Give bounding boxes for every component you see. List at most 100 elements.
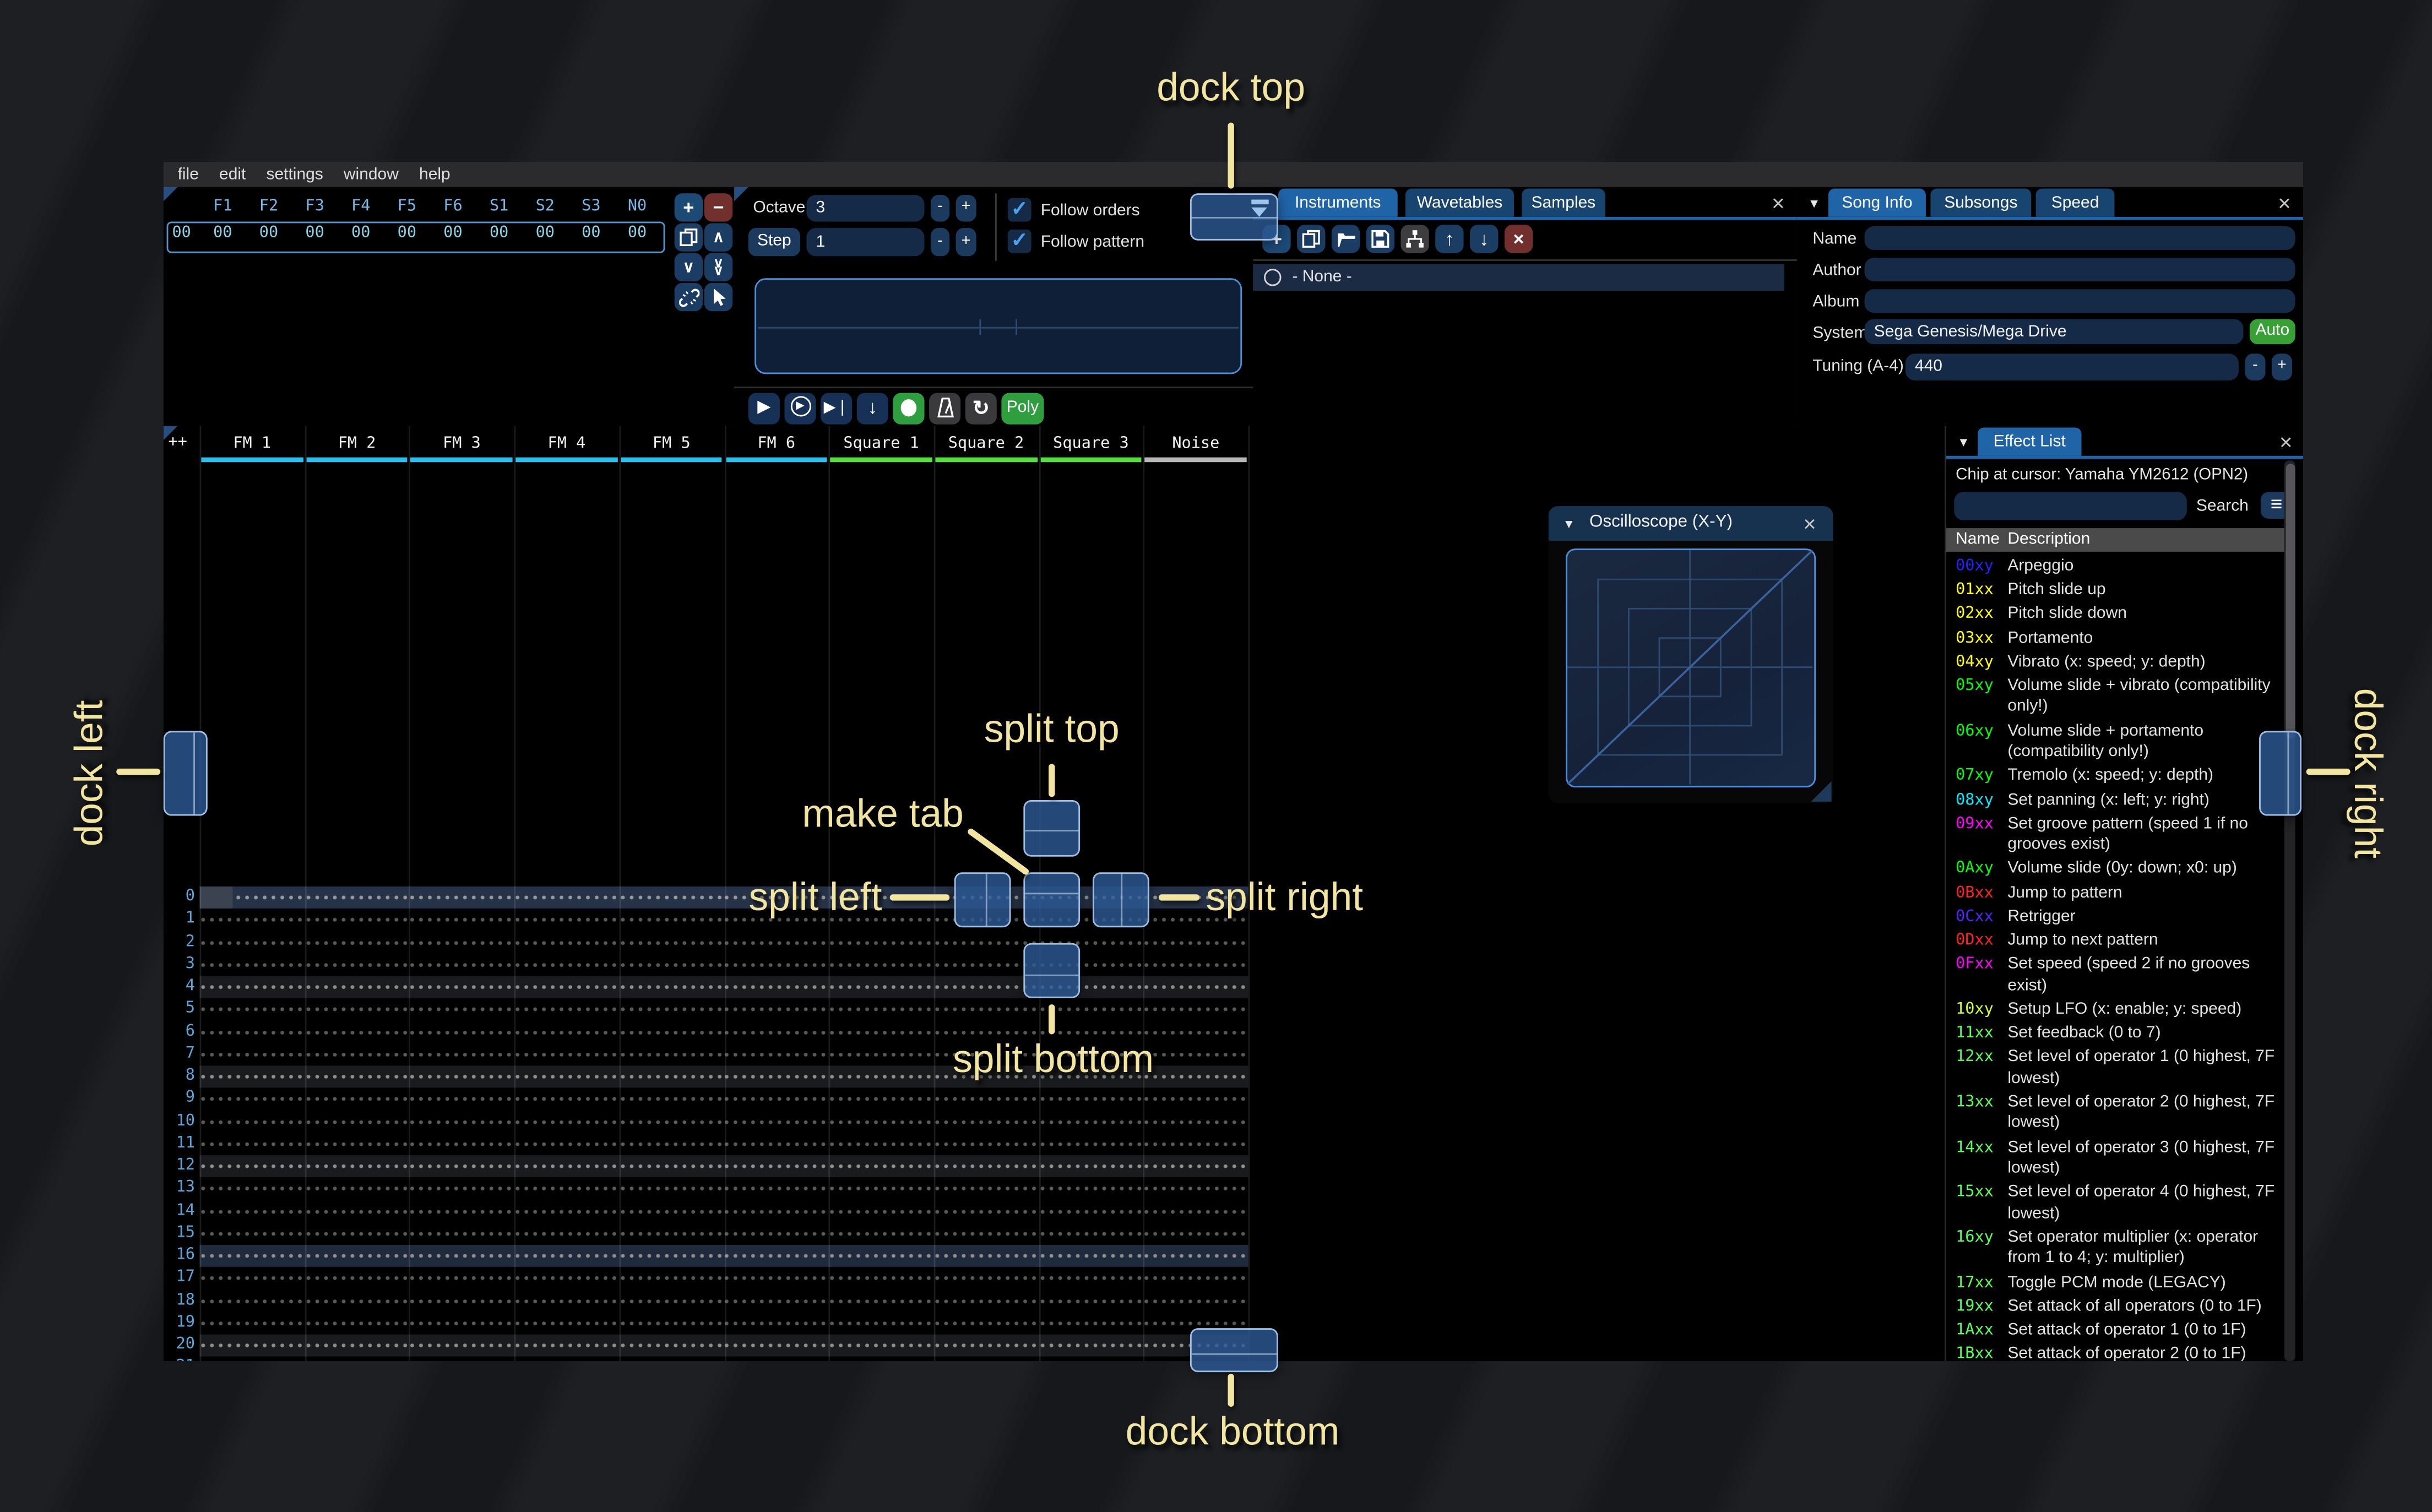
instruments-close-icon[interactable]: × bbox=[1772, 192, 1784, 214]
tab-song-info[interactable]: Song Info bbox=[1828, 188, 1926, 217]
pattern-row[interactable]: 14 bbox=[164, 1200, 1248, 1223]
make-tab-target[interactable] bbox=[1023, 872, 1081, 928]
split-left-target[interactable] bbox=[954, 872, 1011, 928]
step-row-button[interactable]: ▶❘ bbox=[821, 393, 853, 425]
system-auto-button[interactable]: Auto bbox=[2249, 319, 2295, 345]
instrument-duplicate-button[interactable] bbox=[1297, 225, 1326, 253]
order-cell[interactable]: 00 bbox=[246, 225, 292, 247]
order-deep-clone-button[interactable] bbox=[674, 282, 703, 312]
effect-row[interactable]: 03xx Portamento bbox=[1956, 628, 2284, 650]
oscilloscope-close-icon[interactable]: × bbox=[1803, 513, 1816, 535]
orders-row[interactable]: 00 00 00 00 00 00 00 00 00 00 00 bbox=[164, 225, 660, 247]
pattern-row[interactable]: 20 bbox=[164, 1334, 1248, 1357]
effect-row[interactable]: 06xy Volume slide + portamento (compatibi… bbox=[1956, 721, 2284, 763]
effect-search-input[interactable] bbox=[1954, 492, 2187, 520]
order-remove-button[interactable]: − bbox=[704, 193, 733, 222]
song-info-close-icon[interactable]: × bbox=[2278, 192, 2290, 214]
effect-row[interactable]: 00xy Arpeggio bbox=[1956, 557, 2284, 578]
order-cell[interactable]: 00 bbox=[476, 225, 522, 247]
order-move-up-button[interactable]: ∧ bbox=[704, 223, 733, 252]
pattern-row[interactable]: 13 bbox=[164, 1177, 1248, 1200]
name-field[interactable] bbox=[1864, 226, 2295, 250]
effect-row[interactable]: 0Axy Volume slide (0y: down; x0: up) bbox=[1956, 859, 2284, 880]
effect-row[interactable]: 1Bxx Set attack of operator 2 (0 to 1F) bbox=[1956, 1344, 2284, 1361]
effect-row[interactable]: 0Cxx Retrigger bbox=[1956, 906, 2284, 928]
pattern-row[interactable]: 15 bbox=[164, 1222, 1248, 1245]
pattern-row[interactable]: 3 bbox=[164, 954, 1248, 976]
tab-samples[interactable]: Samples bbox=[1522, 188, 1605, 217]
effect-row[interactable]: 07xy Tremolo (x: speed; y: depth) bbox=[1956, 766, 2284, 787]
pattern-row[interactable]: 2 bbox=[164, 931, 1248, 954]
tab-speed[interactable]: Speed bbox=[2035, 188, 2115, 217]
effect-row[interactable]: 02xx Pitch slide down bbox=[1956, 604, 2284, 626]
stop-button[interactable]: ↓ bbox=[856, 393, 888, 425]
pattern-row[interactable]: 4 bbox=[164, 976, 1248, 999]
instrument-save-button[interactable] bbox=[1366, 225, 1395, 253]
octave-increase-button[interactable]: + bbox=[956, 194, 976, 222]
dock-right-target[interactable] bbox=[2259, 731, 2302, 816]
menu-help[interactable]: help bbox=[419, 165, 450, 184]
pattern-row[interactable]: 5 bbox=[164, 998, 1248, 1021]
tuning-increase-button[interactable]: + bbox=[2271, 353, 2293, 380]
step-input[interactable]: 1 bbox=[806, 227, 925, 257]
menu-file[interactable]: file bbox=[178, 165, 199, 184]
effect-row[interactable]: 19xx Set attack of all operators (0 to 1F… bbox=[1956, 1297, 2284, 1318]
order-duplicate-end-button[interactable]: ∨ ∨ bbox=[704, 253, 733, 281]
split-right-target[interactable] bbox=[1092, 872, 1149, 928]
tab-instruments[interactable]: Instruments bbox=[1278, 188, 1398, 217]
instrument-open-button[interactable] bbox=[1331, 225, 1360, 253]
repeat-pattern-button[interactable]: ↻ bbox=[965, 393, 997, 425]
effect-row[interactable]: 17xx Toggle PCM mode (LEGACY) bbox=[1956, 1272, 2284, 1294]
tab-subsongs[interactable]: Subsongs bbox=[1930, 188, 2032, 217]
instrument-list-item-none[interactable]: - None - bbox=[1253, 264, 1784, 291]
effect-row[interactable]: 0Fxx Set speed (speed 2 if no grooves exi… bbox=[1956, 954, 2284, 997]
effect-row[interactable]: 0Bxx Jump to pattern bbox=[1956, 883, 2284, 904]
instrument-delete-button[interactable]: × bbox=[1504, 225, 1533, 253]
order-cell[interactable]: 00 bbox=[200, 225, 246, 247]
song-info-collapse-icon[interactable]: ▼ bbox=[1808, 197, 1821, 211]
instrument-folder-toggle-button[interactable] bbox=[1400, 225, 1429, 253]
order-cell[interactable]: 00 bbox=[568, 225, 615, 247]
effect-row[interactable]: 12xx Set level of operator 1 (0 highest, … bbox=[1956, 1047, 2284, 1090]
follow-pattern-checkbox[interactable]: ✓ bbox=[1007, 229, 1032, 253]
order-cell[interactable]: 00 bbox=[292, 225, 338, 247]
pattern-row[interactable]: 16 bbox=[164, 1244, 1248, 1268]
order-cell[interactable]: 00 bbox=[522, 225, 568, 247]
instrument-move-up-button[interactable]: ↑ bbox=[1435, 225, 1464, 253]
order-cell[interactable]: 00 bbox=[384, 225, 430, 247]
order-edit-mode-button[interactable] bbox=[704, 282, 733, 312]
order-duplicate-icon-button[interactable] bbox=[674, 223, 703, 252]
system-field[interactable]: Sega Genesis/Mega Drive bbox=[1864, 319, 2244, 345]
pattern-row[interactable]: 18 bbox=[164, 1290, 1248, 1312]
pattern-row[interactable]: 11 bbox=[164, 1133, 1248, 1156]
split-top-target[interactable] bbox=[1023, 799, 1081, 857]
effect-row[interactable]: 09xx Set groove pattern (speed 1 if no gr… bbox=[1956, 814, 2284, 856]
effect-row[interactable]: 16xy Set operator multiplier (x: operator… bbox=[1956, 1227, 2284, 1270]
play-button[interactable]: ▶ bbox=[748, 393, 780, 425]
octave-decrease-button[interactable]: - bbox=[930, 194, 950, 222]
menu-window[interactable]: window bbox=[344, 165, 399, 184]
play-repeat-button[interactable]: ▶ bbox=[784, 393, 816, 425]
album-field[interactable] bbox=[1864, 289, 2295, 313]
input-pad-widget[interactable] bbox=[754, 278, 1242, 374]
follow-orders-checkbox[interactable]: ✓ bbox=[1007, 197, 1032, 222]
effect-row[interactable]: 1Axx Set attack of operator 1 (0 to 1F) bbox=[1956, 1320, 2284, 1342]
menu-settings[interactable]: settings bbox=[266, 165, 323, 184]
step-label-pill[interactable]: Step bbox=[748, 227, 800, 257]
effect-list-close-icon[interactable]: × bbox=[2279, 431, 2292, 453]
effect-list-scrollbar-thumb[interactable] bbox=[2285, 464, 2295, 739]
order-move-down-button[interactable]: ∨ bbox=[674, 253, 703, 281]
dock-bottom-target[interactable] bbox=[1190, 1328, 1278, 1373]
step-increase-button[interactable]: + bbox=[956, 227, 976, 257]
oscilloscope-collapse-icon[interactable]: ▼ bbox=[1562, 517, 1575, 531]
author-field[interactable] bbox=[1864, 258, 2295, 281]
octave-input[interactable]: 3 bbox=[806, 194, 925, 222]
pattern-row[interactable]: 21 bbox=[164, 1357, 1248, 1362]
step-decrease-button[interactable]: - bbox=[930, 227, 950, 257]
effect-row[interactable]: 04xy Vibrato (x: speed; y: depth) bbox=[1956, 652, 2284, 673]
pattern-row[interactable]: 19 bbox=[164, 1312, 1248, 1335]
order-cell[interactable]: 00 bbox=[614, 225, 660, 247]
dock-top-target[interactable] bbox=[1190, 193, 1278, 241]
poly-toggle-button[interactable]: Poly bbox=[1001, 393, 1044, 425]
effect-row[interactable]: 05xy Volume slide + vibrato (compatibilit… bbox=[1956, 676, 2284, 718]
